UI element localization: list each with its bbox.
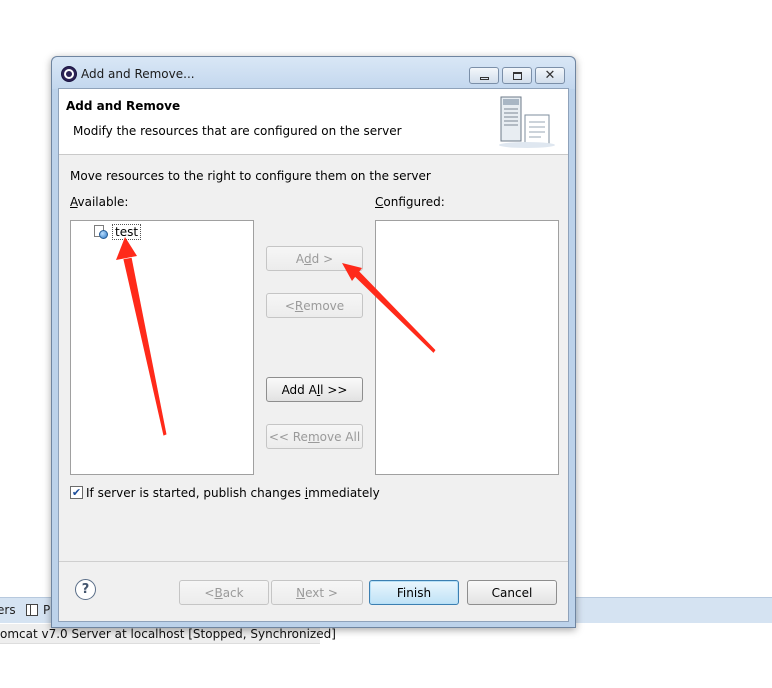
help-icon[interactable]: ? <box>75 579 96 600</box>
add-remove-dialog: Add and Remove... ✕ Add and Remove Modif… <box>51 56 576 628</box>
available-label-mnemonic: A <box>70 195 78 209</box>
cancel-button[interactable]: Cancel <box>467 580 557 605</box>
server-banner-icon <box>499 96 555 148</box>
servers-tab[interactable]: ers <box>0 603 16 617</box>
list-item[interactable]: test <box>94 223 142 241</box>
dialog-titlebar[interactable]: Add and Remove... ✕ <box>52 57 575 89</box>
wizard-header-title: Add and Remove <box>66 99 181 113</box>
checkmark-icon: ✔ <box>71 486 82 499</box>
available-label: Available: <box>70 195 128 209</box>
wizard-header: Add and Remove Modify the resources that… <box>59 89 568 155</box>
next-button[interactable]: Next > <box>271 580 363 605</box>
remove-button[interactable]: < Remove <box>266 293 363 318</box>
maximize-icon <box>512 71 522 80</box>
minimize-icon <box>479 77 489 80</box>
publish-checkbox-label[interactable]: If server is started, publish changes im… <box>86 486 380 500</box>
available-list[interactable]: test <box>70 220 254 475</box>
properties-tab-icon[interactable] <box>26 604 38 616</box>
dialog-title: Add and Remove... <box>81 67 195 81</box>
list-item-label: test <box>112 224 142 240</box>
footer-separator <box>59 561 568 562</box>
dialog-client-area: Add and Remove Modify the resources that… <box>58 88 569 622</box>
add-button[interactable]: Add > <box>266 246 363 271</box>
wizard-header-description: Modify the resources that are configured… <box>73 124 402 138</box>
configured-list[interactable] <box>375 220 559 475</box>
close-icon: ✕ <box>544 68 556 83</box>
maximize-button[interactable] <box>502 67 532 84</box>
configured-label: Configured: <box>375 195 445 209</box>
close-button[interactable]: ✕ <box>535 67 565 84</box>
back-button[interactable]: < Back <box>179 580 269 605</box>
web-project-icon <box>94 225 108 239</box>
configured-label-text: onfigured: <box>383 195 445 209</box>
minimize-button[interactable] <box>469 67 499 84</box>
instruction-text: Move resources to the right to configure… <box>70 169 431 183</box>
add-all-button[interactable]: Add All >> <box>266 377 363 402</box>
publish-checkbox[interactable]: ✔ <box>70 486 83 499</box>
available-label-text: vailable: <box>77 195 129 209</box>
eclipse-icon <box>61 66 77 82</box>
finish-button[interactable]: Finish <box>369 580 459 605</box>
properties-tab[interactable]: P <box>43 603 50 617</box>
remove-all-button[interactable]: << Re m ove All <box>266 424 363 449</box>
